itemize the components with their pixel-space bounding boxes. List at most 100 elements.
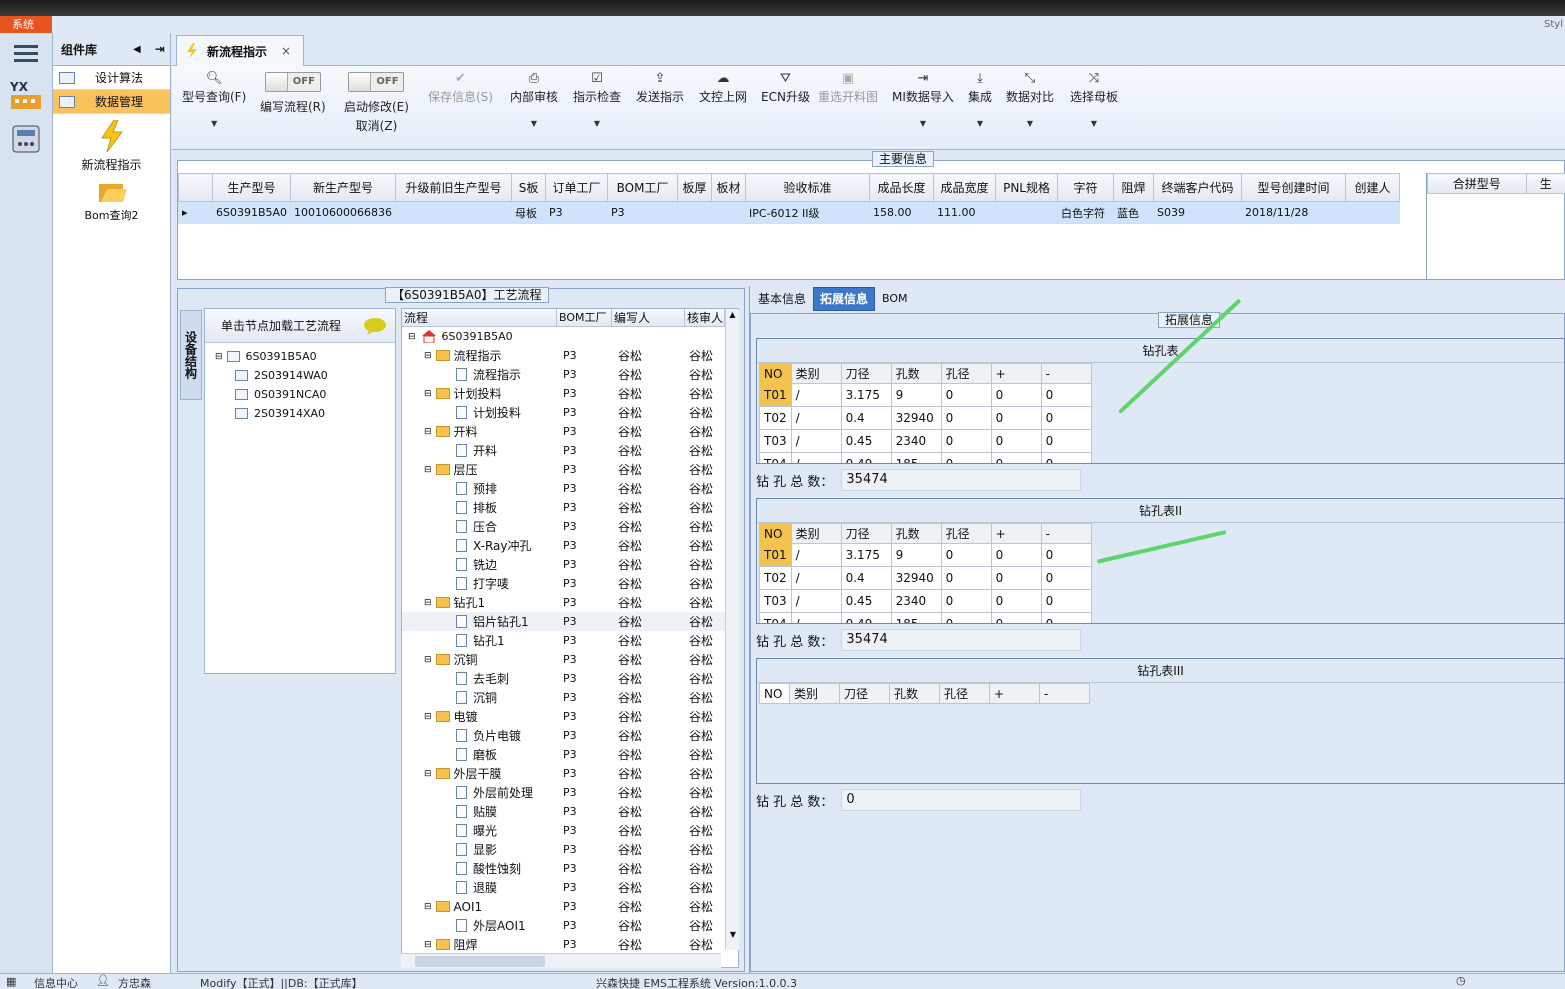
column-header[interactable]: 类别 <box>790 523 842 544</box>
integrate-button[interactable]: ⤓ 集成 ▼ <box>968 66 992 128</box>
cancel-label[interactable]: 取消(Z) <box>356 117 398 134</box>
chevron-down-icon[interactable]: ▼ <box>920 119 926 128</box>
tab-new-flow[interactable]: 新流程指示 × <box>176 35 304 66</box>
flow-row[interactable]: 外层前处理 P3 谷松 谷松 <box>402 783 738 802</box>
column-header[interactable]: 孔径 <box>940 363 992 384</box>
column-header[interactable]: 新生产型号 <box>290 173 397 202</box>
column-header[interactable]: 生 <box>1525 173 1565 194</box>
column-header[interactable]: 孔数 <box>889 683 940 704</box>
menu-icon[interactable] <box>6 35 46 71</box>
scroll-thumb[interactable] <box>415 956 545 967</box>
mi-import-button[interactable]: ⇥ MI数据导入 ▼ <box>892 66 954 128</box>
column-header[interactable]: NO <box>759 683 790 704</box>
system-tab[interactable]: 系统 <box>0 16 52 33</box>
flow-row[interactable]: 贴膜 P3 谷松 谷松 <box>402 802 738 821</box>
flow-row[interactable]: ⊟ 阻焊 P3 谷松 谷松 <box>402 935 738 954</box>
flow-row[interactable]: 去毛刺 P3 谷松 谷松 <box>402 669 738 688</box>
column-header[interactable]: - <box>1040 523 1092 544</box>
drill-row[interactable]: T02/0.4 32940 0 0 0 <box>759 566 1092 590</box>
column-header[interactable]: 成品宽度 <box>933 173 997 202</box>
column-header[interactable]: 字符 <box>1057 173 1115 202</box>
column-header[interactable]: 孔数 <box>890 363 942 384</box>
collapse-left-icon[interactable]: ◀ <box>133 44 141 55</box>
column-header[interactable]: NO <box>759 363 792 384</box>
column-header[interactable]: NO <box>759 523 792 544</box>
flow-row[interactable]: 流程指示 P3 谷松 谷松 <box>402 365 738 384</box>
pin-icon[interactable]: ⇥ <box>155 42 165 56</box>
collapse-icon[interactable]: ⊟ <box>215 352 223 362</box>
flow-row[interactable]: 外层AOI1 P3 谷松 谷松 <box>402 916 738 935</box>
flow-row[interactable]: ⊟ 钻孔1 P3 谷松 谷松 <box>402 593 738 612</box>
info-center-link[interactable]: 信息中心 <box>34 975 78 989</box>
chevron-down-icon[interactable]: ▼ <box>1091 119 1097 128</box>
column-header[interactable]: 孔数 <box>890 523 942 544</box>
flow-row[interactable]: 钻孔1 P3 谷松 谷松 <box>402 631 738 650</box>
table-row[interactable]: ▸ 6S0391B5A0 10010600066836 母板 P3 P3 IPC-6012 … <box>178 201 1401 224</box>
column-header[interactable]: 刀径 <box>840 363 892 384</box>
flow-row[interactable]: 计划投料 P3 谷松 谷松 <box>402 403 738 422</box>
data-compare-button[interactable]: ⤡ 数据对比 ▼ <box>1006 66 1054 128</box>
flow-row[interactable]: 开料 P3 谷松 谷松 <box>402 441 738 460</box>
column-header[interactable]: - <box>1040 363 1092 384</box>
column-header[interactable]: 验收标准 <box>745 173 871 202</box>
flow-row[interactable]: ⊟ 电镀 P3 谷松 谷松 <box>402 707 738 726</box>
horizontal-scrollbar[interactable] <box>401 953 721 968</box>
select-master-button[interactable]: ⤨ 选择母板 ▼ <box>1070 66 1118 128</box>
collapse-icon[interactable]: ⊟ <box>424 712 432 722</box>
drill-row[interactable]: T04/0.49 185 0 0 0 <box>759 452 1092 463</box>
flow-row[interactable]: 负片电镀 P3 谷松 谷松 <box>402 726 738 745</box>
save-info-button[interactable]: ✔ 保存信息(S) <box>428 66 493 105</box>
column-header[interactable]: 合拼型号 <box>1427 173 1527 194</box>
column-header[interactable]: 类别 <box>790 363 842 384</box>
column-header[interactable]: 核审人 <box>685 309 725 326</box>
ecn-upgrade-button[interactable]: ⛛ ECN升级 <box>761 66 810 105</box>
column-header[interactable]: 刀径 <box>839 683 890 704</box>
flow-row[interactable]: 退膜 P3 谷松 谷松 <box>402 878 738 897</box>
tab-bom[interactable]: BOM <box>875 287 915 311</box>
flow-row[interactable]: ⊟ AOI1 P3 谷松 谷松 <box>402 897 738 916</box>
flow-row[interactable]: 压合 P3 谷松 谷松 <box>402 517 738 536</box>
flow-row[interactable]: 预排 P3 谷松 谷松 <box>402 479 738 498</box>
internal-review-button[interactable]: ⎙ 内部审核 ▼ <box>510 66 558 128</box>
column-header[interactable]: 刀径 <box>840 523 892 544</box>
flow-row[interactable]: 曝光 P3 谷松 谷松 <box>402 821 738 840</box>
tab-basic-info[interactable]: 基本信息 <box>751 287 813 311</box>
flow-row[interactable]: 铝片钻孔1 P3 谷松 谷松 <box>402 612 738 631</box>
drill-row[interactable]: T03/0.45 2340 0 0 0 <box>759 429 1092 453</box>
library-item-data[interactable]: 数据管理 <box>53 90 170 114</box>
column-header[interactable]: 孔径 <box>940 523 992 544</box>
collapse-icon[interactable]: ⊟ <box>424 389 432 399</box>
column-header[interactable]: 型号创建时间 <box>1241 173 1347 202</box>
flow-row[interactable]: ⊟ 沉铜 P3 谷松 谷松 <box>402 650 738 669</box>
drill-row[interactable]: T01/3.175 9 0 0 0 <box>759 543 1092 567</box>
chevron-down-icon[interactable]: ▼ <box>1027 119 1033 128</box>
drill-row[interactable]: T03/0.45 2340 0 0 0 <box>759 589 1092 613</box>
flow-row[interactable]: ⊟ 流程指示 P3 谷松 谷松 <box>402 346 738 365</box>
column-header[interactable]: + <box>990 523 1042 544</box>
flow-row[interactable]: 酸性蚀刻 P3 谷松 谷松 <box>402 859 738 878</box>
chevron-down-icon[interactable]: ▼ <box>211 119 217 128</box>
column-header[interactable]: S板 <box>511 173 547 202</box>
structure-node[interactable]: 2S03914XA0 <box>215 404 395 423</box>
scroll-down-icon[interactable]: ▼ <box>726 930 740 939</box>
equipment-structure-tab[interactable]: 设备结构 <box>180 310 202 400</box>
tab-extended-info[interactable]: 拓展信息 <box>813 287 876 311</box>
column-header[interactable]: 创建人 <box>1345 173 1401 202</box>
collapse-icon[interactable]: ⊟ <box>408 332 416 342</box>
close-icon[interactable]: × <box>281 44 291 58</box>
reselect-material-button[interactable]: ▣ 重选开料图 <box>818 66 878 105</box>
column-header[interactable]: 孔径 <box>939 683 990 704</box>
column-header[interactable]: 板厚 <box>677 173 713 202</box>
factory-logo-icon[interactable]: YX <box>6 77 46 113</box>
new-flow-shortcut[interactable]: 新流程指示 <box>53 120 170 173</box>
start-modify-toggle[interactable]: OFF 启动修改(E) 取消(Z) <box>344 66 409 134</box>
column-header[interactable]: 流程 <box>402 309 557 326</box>
flow-row[interactable]: 沉铜 P3 谷松 谷松 <box>402 688 738 707</box>
style-label[interactable]: Styl <box>1544 16 1565 33</box>
column-header[interactable]: 编写人 <box>612 309 685 326</box>
column-header[interactable]: 升级前旧生产型号 <box>395 173 513 202</box>
collapse-icon[interactable]: ⊟ <box>424 427 432 437</box>
collapse-icon[interactable]: ⊟ <box>424 655 432 665</box>
structure-node[interactable]: 0S0391NCA0 <box>215 385 395 404</box>
library-item-design[interactable]: 设计算法 <box>53 66 170 90</box>
